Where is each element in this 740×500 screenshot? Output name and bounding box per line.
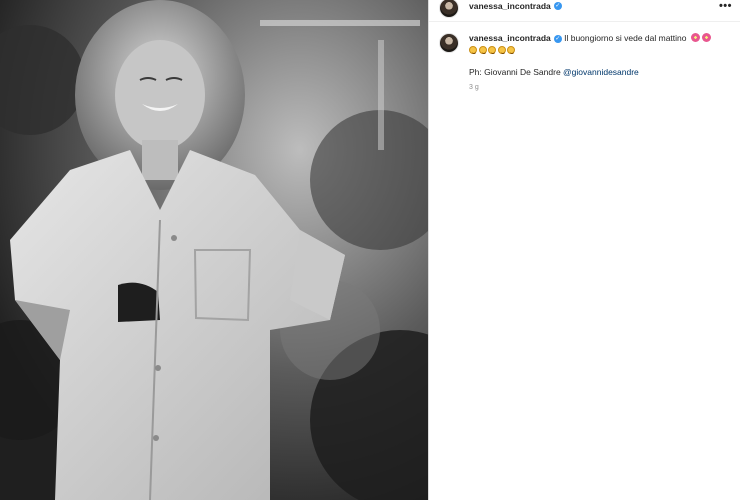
post-timestamp[interactable]: 3 g bbox=[469, 82, 729, 94]
post-header: vanessa_incontrada ✓ ••• bbox=[429, 0, 740, 22]
flower-emoji-icon bbox=[690, 33, 700, 42]
flower-emoji-icon bbox=[701, 33, 711, 42]
caption-comment: vanessa_incontrada ✓ Il buongiorno si ved… bbox=[429, 22, 740, 94]
post-photo[interactable] bbox=[0, 0, 428, 500]
credit-prefix: Ph: Giovanni De Sandre bbox=[469, 67, 561, 77]
post-sidebar: vanessa_incontrada ✓ ••• vanessa_incontr… bbox=[428, 0, 740, 500]
photo-image bbox=[0, 0, 428, 500]
smile-emoji-icon bbox=[469, 46, 477, 54]
smile-emoji-icon bbox=[478, 46, 487, 54]
author-avatar[interactable] bbox=[439, 0, 459, 18]
smile-emoji-icon bbox=[488, 46, 496, 54]
caption-text: Il buongiorno si vede dal mattino bbox=[564, 33, 687, 43]
smile-emoji-icon bbox=[497, 46, 506, 54]
caption-line: vanessa_incontrada ✓ Il buongiorno si ved… bbox=[469, 32, 729, 56]
verified-badge-icon: ✓ bbox=[553, 2, 562, 10]
caption-body: vanessa_incontrada ✓ Il buongiorno si ved… bbox=[469, 32, 729, 94]
photo-credit: Ph: Giovanni De Sandre @giovannidesandre bbox=[469, 66, 729, 78]
caption-username[interactable]: vanessa_incontrada bbox=[469, 33, 551, 43]
credit-mention-link[interactable]: @giovannidesandre bbox=[563, 67, 639, 77]
verified-badge-icon: ✓ bbox=[553, 35, 562, 43]
more-options-icon[interactable]: ••• bbox=[719, 0, 732, 12]
caption-avatar[interactable] bbox=[439, 33, 459, 53]
smile-emoji-icon bbox=[507, 46, 515, 54]
header-username[interactable]: vanessa_incontrada bbox=[469, 1, 551, 11]
